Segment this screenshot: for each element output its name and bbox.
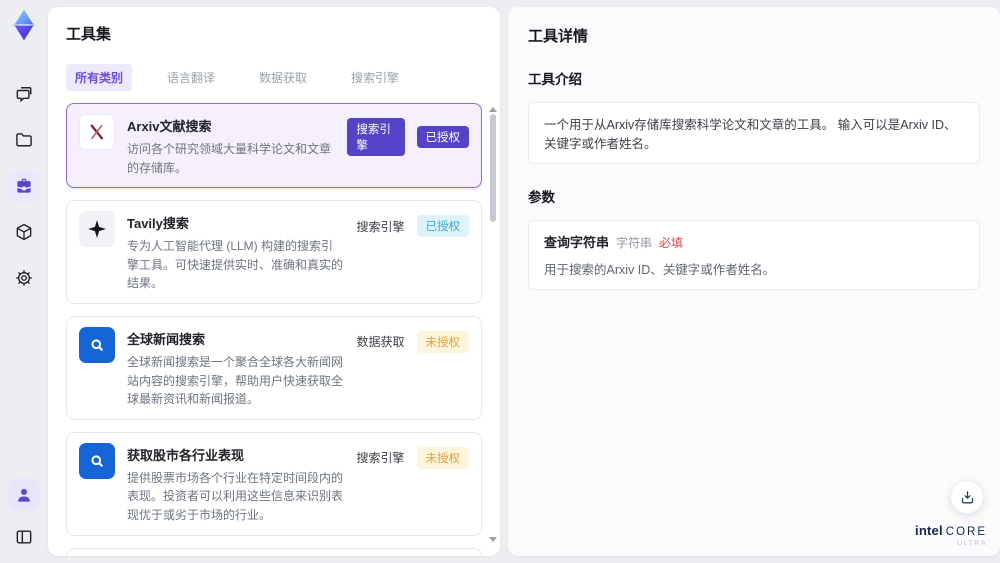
scroll-up-icon[interactable] [489,107,497,112]
settings-icon[interactable] [8,262,40,294]
ultra-label: ULTRA [957,540,987,548]
folder-icon[interactable] [8,124,40,156]
intro-text: 一个用于从Arxiv存储库搜索科学论文和文章的工具。 输入可以是Arxiv ID… [544,118,957,151]
toolbox-icon[interactable] [8,170,40,202]
tool-name: Arxiv文献搜索 [127,119,212,134]
user-icon[interactable] [8,479,40,511]
scroll-down-icon[interactable] [489,537,497,543]
param-required-badge: 必填 [659,236,684,250]
category-tab[interactable]: 语言翻译 [158,64,224,91]
tool-name: 获取股市各行业表现 [127,447,245,463]
cube-icon[interactable] [8,216,40,248]
download-icon [961,490,973,503]
tool-description: 访问各个研究领域大量科学论文和文章的存储库。 [127,142,332,175]
category-tabs: 所有类别 语言翻译 数据获取 搜索引擎 [66,64,500,91]
app-logo-icon [7,8,41,44]
tool-category-tag: 搜索引擎 [347,118,405,156]
param-header: 查询字符串 字符串 必填 [544,232,964,251]
page-title: 工具集 [66,26,112,43]
param-box: 查询字符串 字符串 必填 用于搜索的Arxiv ID、关键字或作者姓名。 [528,220,980,290]
param-name: 查询字符串 [544,235,610,250]
tool-card[interactable]: Tavily搜索 专为人工智能代理 (LLM) 构建的搜索引擎工具。可快速提供实… [66,200,482,304]
tool-name: 全球新闻搜索 [127,331,206,347]
rail-bottom [8,479,40,553]
tool-category-tag: 搜索引擎 [356,451,405,466]
params-heading: 参数 [528,190,555,205]
tool-tags: 数据获取 未授权 [356,327,469,353]
intro-heading: 工具介绍 [528,72,582,87]
tool-description: 提供股票市场各个行业在特定时间段内的表现。投资者可以利用这些信息来识别表现优于或… [127,470,344,522]
intel-core-logo: intel CORE ULTRA [915,522,987,548]
tool-auth-badge: 未授权 [416,330,469,353]
tool-list: Arxiv文献搜索 访问各个研究领域大量科学论文和文章的存储库。 搜索引擎 已授… [66,103,482,556]
tool-name: Tavily搜索 [127,216,189,232]
scrollbar-thumb[interactable] [490,114,496,222]
tool-card[interactable]: 获取股市各行业表现 提供股票市场各个行业在特定时间段内的表现。投资者可以利用这些… [66,431,482,536]
category-tab[interactable]: 所有类别 [66,64,133,91]
blue-q-icon [79,326,115,363]
tool-detail-panel: 工具详情 工具介绍 一个用于从Arxiv存储库搜索科学论文和文章的工具。 输入可… [508,7,1000,556]
arxiv-icon [79,114,115,150]
tool-auth-badge: 未授权 [416,446,469,469]
tool-list-panel: 工具集 所有类别 语言翻译 数据获取 搜索引擎 Arxiv文献搜索 访问各个研究… [48,7,500,556]
tool-card[interactable]: Arxiv文献搜索 访问各个研究领域大量科学论文和文章的存储库。 搜索引擎 已授… [66,103,482,189]
tool-tags: 搜索引擎 已授权 [356,211,469,238]
tool-tags: 搜索引擎 已授权 [347,114,469,156]
detail-title: 工具详情 [528,28,589,45]
tool-tags: 搜索引擎 未授权 [356,443,469,469]
tool-card[interactable]: 全球新闻搜索 全球新闻搜索是一个聚合全球各大新闻网站内容的搜索引擎，帮助用户快速… [66,315,482,420]
param-type: 字符串 [616,236,653,250]
tool-description: 专为人工智能代理 (LLM) 构建的搜索引擎工具。可快速提供实时、准确和真实的结… [127,239,344,291]
tool-category-tag: 数据获取 [356,335,405,350]
core-wordmark: CORE [945,525,987,538]
intro-box: 一个用于从Arxiv存储库搜索科学论文和文章的工具。 输入可以是Arxiv ID… [528,102,980,164]
category-tab[interactable]: 搜索引擎 [342,64,408,91]
blue-q-icon [79,442,115,479]
tool-list-wrap: Arxiv文献搜索 访问各个研究领域大量科学论文和文章的存储库。 搜索引擎 已授… [66,103,500,556]
chat-icon[interactable] [8,78,40,110]
tool-card[interactable]: 获取市场最活跃股票信息 提供当天交易量最高的股票列表，投资者可以利用这些信息来识… [66,547,482,556]
panel-toggle-icon[interactable] [8,521,40,553]
intel-wordmark: intel [915,522,943,538]
tool-category-tag: 搜索引擎 [356,219,405,234]
tool-description: 全球新闻搜索是一个聚合全球各大新闻网站内容的搜索引擎，帮助用户快速获取全球最新资… [127,354,344,407]
tool-auth-badge: 已授权 [416,215,469,238]
tavily-icon [79,211,115,248]
app-root: 工具集 所有类别 语言翻译 数据获取 搜索引擎 Arxiv文献搜索 访问各个研究… [0,0,1000,563]
category-tab[interactable]: 数据获取 [250,64,316,91]
left-rail [0,0,48,563]
rail-icons [8,78,40,294]
tool-auth-badge: 已授权 [416,126,469,148]
download-button[interactable] [950,480,984,514]
scrollbar[interactable] [488,105,498,544]
param-description: 用于搜索的Arxiv ID、关键字或作者姓名。 [544,263,776,277]
